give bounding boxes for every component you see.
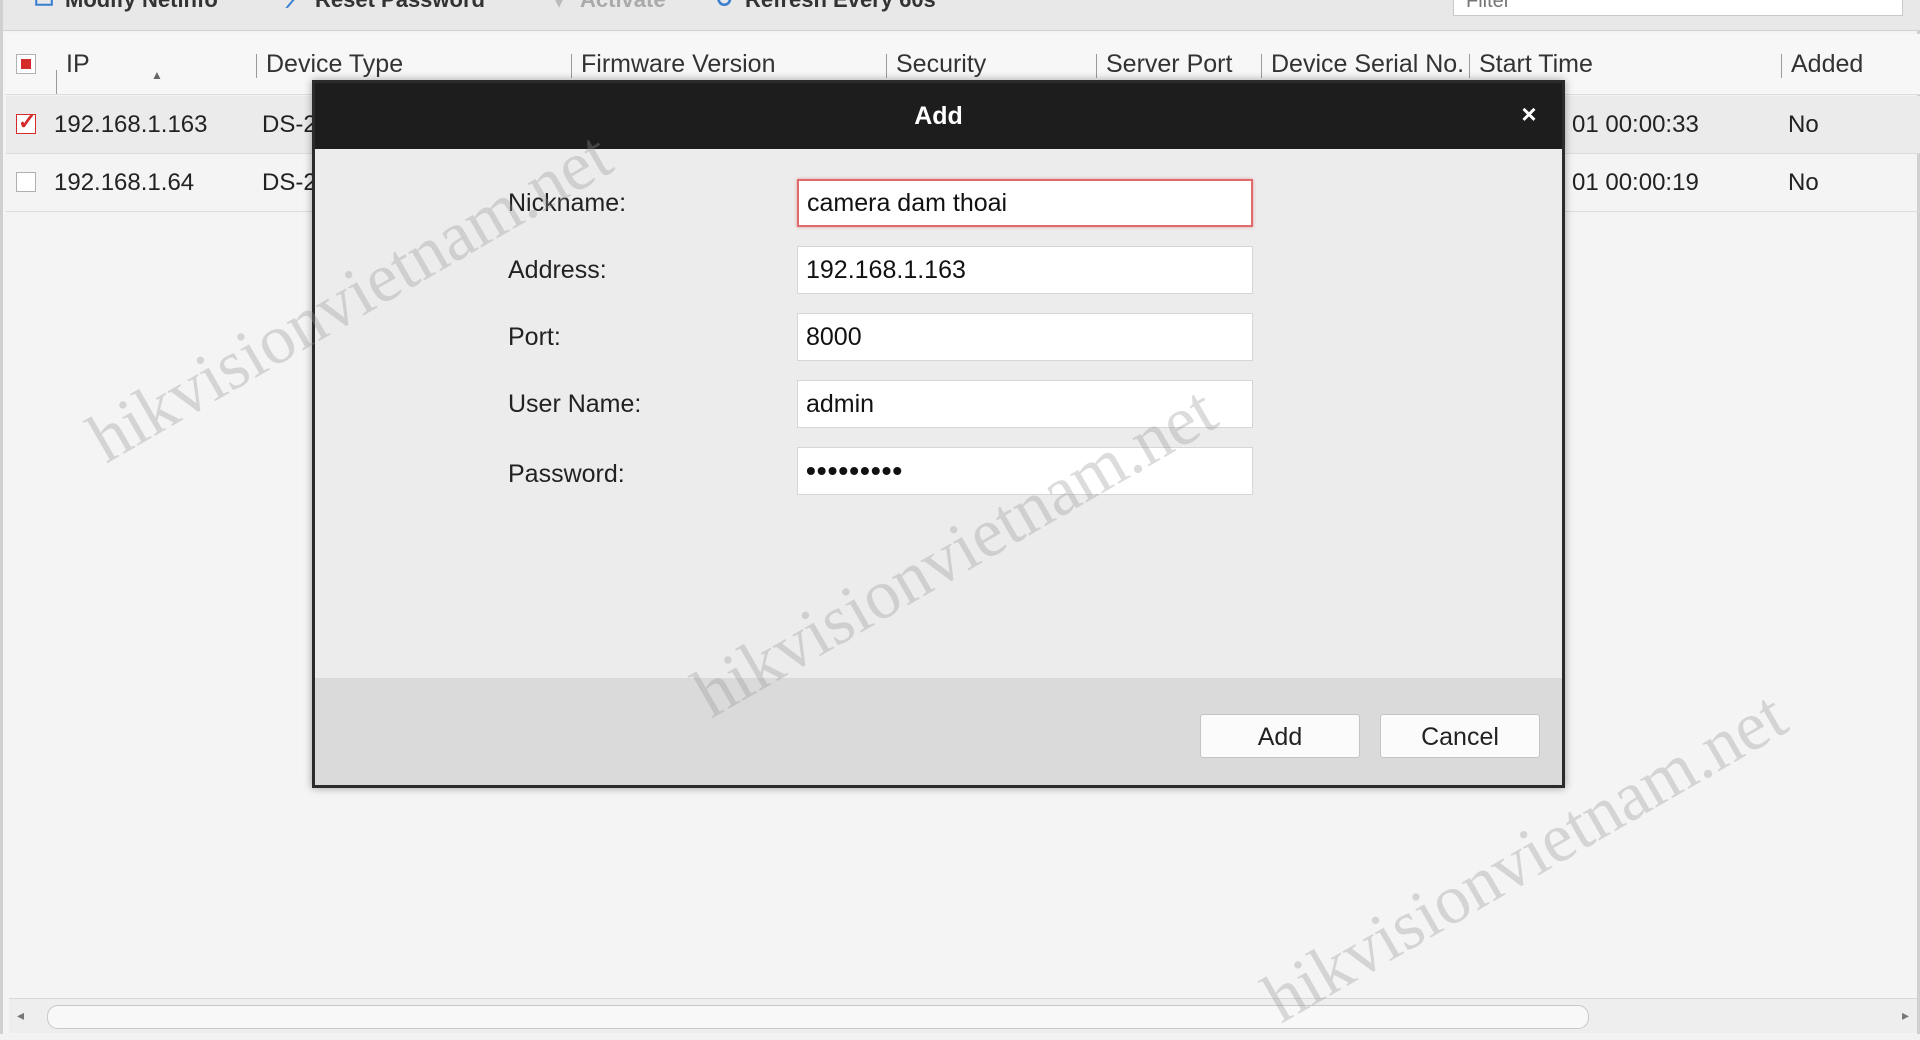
refresh-button[interactable]: ↻ Refresh Every 60s [713,0,936,13]
filter-input[interactable] [1454,0,1902,15]
row-added: No [1788,111,1819,138]
horizontal-scrollbar[interactable]: ◂ ▸ [9,998,1917,1033]
port-input[interactable]: 8000 [797,313,1253,361]
modify-netinfo-label: Modify Netinfo [65,0,218,13]
modify-netinfo-button[interactable]: ▭ Modify Netinfo [33,0,218,13]
column-ip-label: IP [56,50,90,78]
refresh-icon: ↻ [713,0,735,11]
sort-ascending-icon: ▲ [151,68,163,82]
username-label: User Name: [508,390,642,418]
key-icon: ⟋ [283,0,305,11]
nickname-label: Nickname: [508,189,627,217]
password-input[interactable]: ••••••••• [797,447,1253,495]
filter-box [1453,0,1903,16]
password-label: Password: [508,460,625,488]
column-header-ip[interactable]: IP [46,34,256,94]
activate-button[interactable]: ▾ Activate [548,0,666,13]
cancel-button[interactable]: Cancel [1380,714,1540,758]
add-button[interactable]: Add [1200,714,1360,758]
row-device-type: DS-2 [262,169,317,196]
address-input[interactable]: 192.168.1.163 [797,246,1253,294]
dialog-footer: Add Cancel [315,678,1562,785]
dialog-body: Nickname: camera dam thoai Address: 192.… [315,149,1562,678]
activate-icon: ▾ [548,0,570,11]
username-input[interactable]: admin [797,380,1253,428]
row-checkbox[interactable] [16,172,36,192]
row-ip: 192.168.1.64 [54,169,195,196]
row-device-type: DS-2 [262,111,317,138]
edit-icon: ▭ [33,0,55,11]
row-checkbox[interactable] [16,109,36,135]
port-label: Port: [508,323,561,351]
row-ip: 192.168.1.163 [54,111,208,138]
select-all-checkbox[interactable] [16,54,36,74]
row-added: No [1788,169,1819,196]
row-start-time: 01 00:00:33 [1572,111,1699,138]
dialog-title-bar: Add × [315,83,1562,149]
dialog-title: Add [914,102,963,130]
reset-password-label: Reset Password [315,0,485,13]
refresh-label: Refresh Every 60s [745,0,936,13]
scrollbar-thumb[interactable] [47,1005,1589,1029]
nickname-input[interactable]: camera dam thoai [797,179,1253,227]
toolbar: ▭ Modify Netinfo ⟋ Reset Password ▾ Acti… [3,0,1920,31]
add-device-dialog: Add × Nickname: camera dam thoai Address… [312,80,1565,788]
column-header-added[interactable]: Added [1781,34,1920,94]
scroll-left-icon[interactable]: ◂ [17,1007,24,1024]
scroll-right-icon[interactable]: ▸ [1902,1007,1909,1024]
activate-label: Activate [580,0,666,13]
close-icon[interactable]: × [1514,99,1544,129]
reset-password-button[interactable]: ⟋ Reset Password [283,0,485,13]
address-label: Address: [508,256,607,284]
row-start-time: 01 00:00:19 [1572,169,1699,196]
